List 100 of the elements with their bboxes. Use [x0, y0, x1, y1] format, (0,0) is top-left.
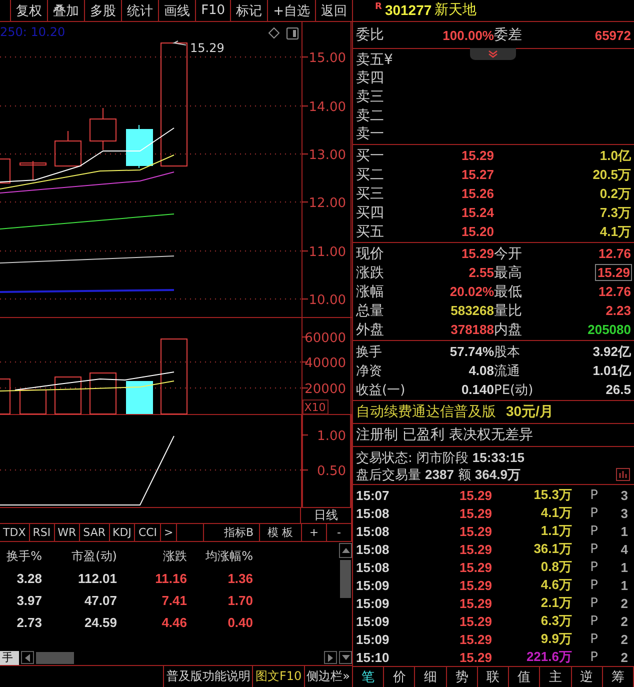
trade-count: 1	[620, 560, 628, 574]
order-diff-value: 65972	[594, 28, 631, 43]
trade-volume: 4.6万	[540, 576, 572, 594]
order-ratio-label: 委比	[356, 26, 385, 44]
stat-value: 378188	[450, 322, 494, 338]
trade-count: 1	[620, 524, 628, 538]
scroll-up-icon[interactable]	[339, 543, 352, 558]
stat-label: PE(动)	[494, 382, 534, 399]
after-hours-amount: 364.9万	[474, 466, 520, 484]
scroll-right-icon[interactable]	[324, 651, 337, 664]
axis-label: 11.00	[308, 245, 346, 260]
promo-price[interactable]: 30元/月	[506, 403, 554, 422]
order-level-label: 买四	[356, 204, 385, 222]
order-level-label: 买五	[356, 222, 385, 241]
stat-value: 2.23	[604, 303, 631, 318]
trade-time: 15:10	[356, 650, 390, 664]
status-bar-button[interactable]: 侧边栏»	[304, 666, 352, 687]
order-ratio-value: 100.00%	[442, 28, 494, 43]
stat-value: 2.55	[468, 265, 494, 280]
trade-type-label: P	[589, 614, 599, 628]
order-volume: 0.2万	[598, 184, 631, 203]
status-bar-button[interactable]: 普及版功能说明	[163, 666, 252, 687]
trade-type-label: P	[589, 506, 599, 520]
indicator-legend: 250: 10.20	[0, 25, 66, 39]
price-label: 15.29	[190, 41, 224, 55]
stat-label: 内盘	[494, 320, 523, 339]
trade-time: 15:09	[356, 596, 390, 610]
trade-time: 15:08	[356, 560, 390, 574]
after-hours-volume: 2387	[425, 467, 454, 482]
trade-volume: 9.9万	[540, 630, 572, 648]
trade-price: 15.29	[458, 560, 492, 574]
diamond-icon[interactable]	[268, 27, 280, 39]
trade-time: 15:08	[356, 506, 390, 520]
table-cell-text: 1.36	[226, 570, 253, 586]
status-bar-button[interactable]: 图文F10	[252, 666, 304, 687]
axis-label: 40000	[304, 356, 346, 371]
table-cell-text: 11.16	[154, 570, 187, 586]
bar-chart-icon[interactable]	[616, 468, 630, 481]
axis-label: 12.00	[308, 196, 346, 211]
stat-label: 最高	[494, 264, 523, 282]
stat-value: 57.74%	[448, 344, 494, 360]
trade-price: 15.29	[458, 578, 492, 592]
trade-time: 15:07	[356, 488, 390, 502]
order-level-label: 卖四	[356, 69, 385, 88]
stat-label: 收益(一)	[356, 382, 406, 399]
scroll-left-icon[interactable]	[21, 651, 34, 664]
axis-label: 0.50	[317, 464, 346, 479]
stat-value: 15.29	[596, 265, 631, 280]
stock-code: 301277	[384, 2, 432, 18]
promo-text[interactable]: 自动续费通达信普及版	[356, 403, 496, 422]
stat-value: 583268	[450, 303, 494, 318]
axis-label: 60000	[304, 331, 346, 346]
sheet-tab[interactable]: 手	[0, 650, 19, 665]
trade-volume: 6.3万	[540, 612, 572, 630]
column-header[interactable]: 涨跌	[117, 548, 187, 564]
table-cell-text: 47.07	[83, 592, 117, 608]
order-price: 15.29	[460, 148, 494, 164]
scale-badge: X10	[302, 400, 328, 414]
collapse-button[interactable]	[470, 48, 516, 60]
trade-volume: 36.1万	[532, 540, 572, 558]
stat-value: 15.29	[460, 246, 494, 262]
column-header[interactable]: 均涨幅%	[187, 548, 253, 564]
order-level-label: 买二	[356, 166, 385, 184]
order-level-label: 卖一	[356, 125, 385, 144]
order-volume: 7.3万	[598, 204, 631, 222]
chevron-icon	[488, 50, 498, 58]
trade-type-label: P	[589, 596, 599, 610]
amount-label: 额	[458, 466, 471, 484]
stat-label: 涨跌	[356, 264, 385, 282]
stat-label: 外盘	[356, 320, 385, 339]
trade-time: 15:08	[356, 542, 390, 556]
trade-count: 2	[620, 650, 628, 664]
trade-count: 2	[620, 614, 628, 628]
stock-tags: 注册制 已盈利 表决权无差异	[356, 426, 533, 444]
trade-count: 1	[620, 578, 628, 592]
order-level-label: 买一	[356, 146, 385, 165]
trade-type-label: P	[589, 524, 599, 538]
order-level-label: 卖五¥	[356, 50, 394, 69]
stock-name: 新天地	[434, 1, 477, 20]
trade-volume: 221.6万	[525, 648, 572, 666]
table-cell-text: 3.97	[16, 592, 42, 608]
table-cell-text: 0.40	[226, 614, 253, 630]
scroll-down-icon[interactable]	[339, 651, 352, 664]
column-header[interactable]: 换手%	[0, 548, 42, 564]
order-level-label: 卖三	[356, 88, 385, 106]
stat-label: 股本	[494, 344, 521, 361]
table-cell-text: 112.01	[76, 570, 117, 586]
table-cell-text: 1.70	[226, 592, 253, 608]
indicator-tab[interactable]: TDX	[0, 524, 30, 541]
stat-value: 12.76	[597, 246, 631, 262]
panel-toggle-icon[interactable]	[286, 28, 298, 40]
scroll-thumb[interactable]	[36, 652, 74, 664]
indicator-b-button[interactable]: 指标B	[202, 524, 260, 541]
column-header[interactable]: 市盈(动)	[42, 548, 117, 564]
scroll-thumb[interactable]	[340, 560, 351, 598]
stat-value: 26.5	[604, 382, 631, 398]
status-time: 15:33:15	[472, 450, 524, 465]
axis-label: 1.00	[317, 429, 346, 444]
trade-volume: 4.1万	[540, 504, 572, 522]
table-cell-text: 2.73	[16, 614, 42, 630]
